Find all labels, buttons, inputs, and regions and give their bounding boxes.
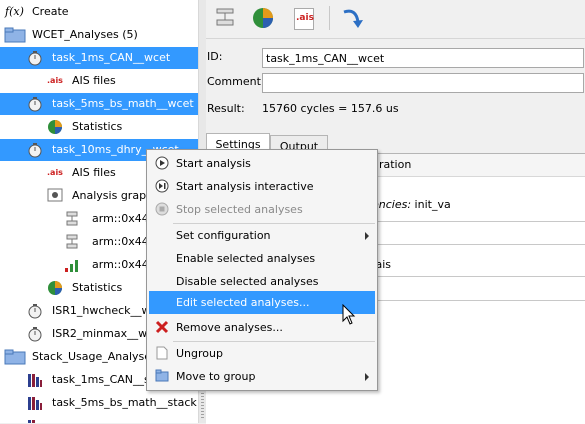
mouse-cursor-icon [342, 304, 356, 325]
id-field[interactable]: task_1ms_CAN__wcet [262, 48, 584, 68]
id-label: ID: [207, 50, 223, 63]
settings-dependencies-row: encies: init_va [372, 198, 451, 211]
menu-item-start-analysis[interactable]: Start analysis [149, 152, 375, 175]
menu-item-label: Set configuration [176, 229, 271, 242]
step-into-button[interactable] [338, 4, 368, 32]
ais-files-button[interactable]: .ais [288, 4, 318, 32]
stop-icon [155, 202, 169, 216]
stopwatch-icon [28, 51, 42, 66]
tree-row-label: ISR2_minmax__wc [52, 327, 154, 340]
menu-item-label: Ungroup [176, 347, 223, 360]
splitter-grip [201, 390, 204, 420]
result-label: Result: [207, 102, 245, 115]
move-to-group-icon [155, 369, 169, 382]
menu-item-set-configuration[interactable]: Set configuration [149, 224, 375, 247]
menu-item-stop-selected-analyses: Stop selected analyses [149, 198, 375, 221]
play-interactive-icon [155, 179, 169, 193]
ais-file-icon: .ais [294, 8, 314, 30]
pie-chart-icon [48, 120, 62, 134]
context-menu[interactable]: Start analysis Start analysis interactiv… [146, 149, 378, 391]
menu-item-label: Enable selected analyses [176, 252, 316, 265]
tree-row-label: task_1ms_CAN__st [52, 373, 155, 386]
tree-row-label: AIS files [72, 74, 116, 87]
folder-icon [4, 349, 26, 365]
tree-row-label: Statistics [72, 281, 123, 294]
menu-item-label: Stop selected analyses [176, 203, 303, 216]
stack-icon [28, 420, 35, 423]
tree-row-task-5ms-bs-math-wcet[interactable]: task_5ms_bs_math__wcet [0, 93, 198, 115]
stopwatch-icon [28, 143, 42, 158]
comment-label: Comment: [207, 75, 265, 88]
tree-row-task-1ms-can-wcet[interactable]: task_1ms_CAN__wcet [0, 47, 198, 69]
curved-arrow-icon [343, 9, 363, 28]
fx-icon: f(x) [5, 5, 24, 18]
tree-row-statistics[interactable]: Statistics [0, 116, 198, 138]
submenu-arrow-icon [365, 373, 369, 381]
stack-icon [28, 397, 42, 410]
comment-field[interactable] [262, 73, 584, 93]
stopwatch-icon [28, 304, 42, 319]
tree-row-wcet-analyses[interactable]: WCET_Analyses (5) [0, 24, 198, 46]
pie-chart-icon [253, 8, 273, 28]
menu-item-label: Disable selected analyses [176, 275, 319, 288]
stopwatch-icon [28, 97, 42, 112]
tree-row-partial [0, 415, 198, 423]
red-x-icon [155, 320, 169, 334]
tree-row-label: Statistics [72, 120, 123, 133]
pie-chart-icon [48, 281, 62, 295]
menu-item-label: Edit selected analyses... [176, 296, 310, 309]
tree-row-label: ISR1_hwcheck__w [52, 304, 151, 317]
menu-item-ungroup[interactable]: Ungroup [149, 342, 375, 365]
ais-icon-label: .ais [296, 13, 314, 23]
tree-row-label: Create [32, 5, 69, 18]
menu-item-disable-selected-analyses[interactable]: Disable selected analyses [149, 270, 375, 293]
graph-icon [47, 188, 63, 202]
result-value: 15760 cycles = 157.6 us [262, 102, 399, 115]
menu-item-enable-selected-analyses[interactable]: Enable selected analyses [149, 247, 375, 270]
menu-item-label: Remove analyses... [176, 321, 283, 334]
ais-file-icon: .ais [47, 168, 63, 177]
id-field-value: task_1ms_CAN__wcet [266, 52, 385, 65]
menu-item-label: Start analysis interactive [176, 180, 314, 193]
tree-row-label: Analysis graph [72, 189, 154, 202]
tree-row-label: task_5ms_bs_math__wcet [52, 97, 194, 110]
ais-file-icon: .ais [47, 76, 63, 85]
tree-row-label: Stack_Usage_Analyses [32, 350, 157, 363]
stopwatch-icon [28, 327, 42, 342]
tree-row-create[interactable]: f(x) Create [0, 1, 198, 23]
graph-icon [216, 8, 234, 26]
tree-row-ais-files[interactable]: .ais AIS files [0, 70, 198, 92]
toolbar-separator [329, 6, 330, 30]
dependencies-value: init_va [411, 198, 451, 211]
tree-row-label: WCET_Analyses (5) [32, 28, 138, 41]
graph-node-icon [66, 211, 78, 226]
submenu-arrow-icon [365, 232, 369, 240]
tree-row-label: task_1ms_CAN__wcet [52, 51, 171, 64]
menu-item-label: Start analysis [176, 157, 251, 170]
play-icon [155, 156, 169, 170]
bar-chart-icon [65, 260, 78, 272]
graph-node-icon [66, 234, 78, 249]
tree-row-label: AIS files [72, 166, 116, 179]
tree-row-task-5ms-bs-math-stack[interactable]: task_5ms_bs_math__stack [0, 392, 198, 414]
menu-item-move-to-group[interactable]: Move to group [149, 365, 375, 388]
menu-item-label: Move to group [176, 370, 256, 383]
folder-icon [4, 27, 26, 43]
stack-icon [28, 374, 42, 387]
ungroup-icon [156, 346, 168, 360]
statistics-button[interactable] [248, 4, 278, 32]
menu-item-start-analysis-interactive[interactable]: Start analysis interactive [149, 175, 375, 198]
toolbar: .ais [206, 0, 585, 39]
graph-view-button[interactable] [210, 4, 240, 32]
tree-row-label: task_5ms_bs_math__stack [52, 396, 197, 409]
